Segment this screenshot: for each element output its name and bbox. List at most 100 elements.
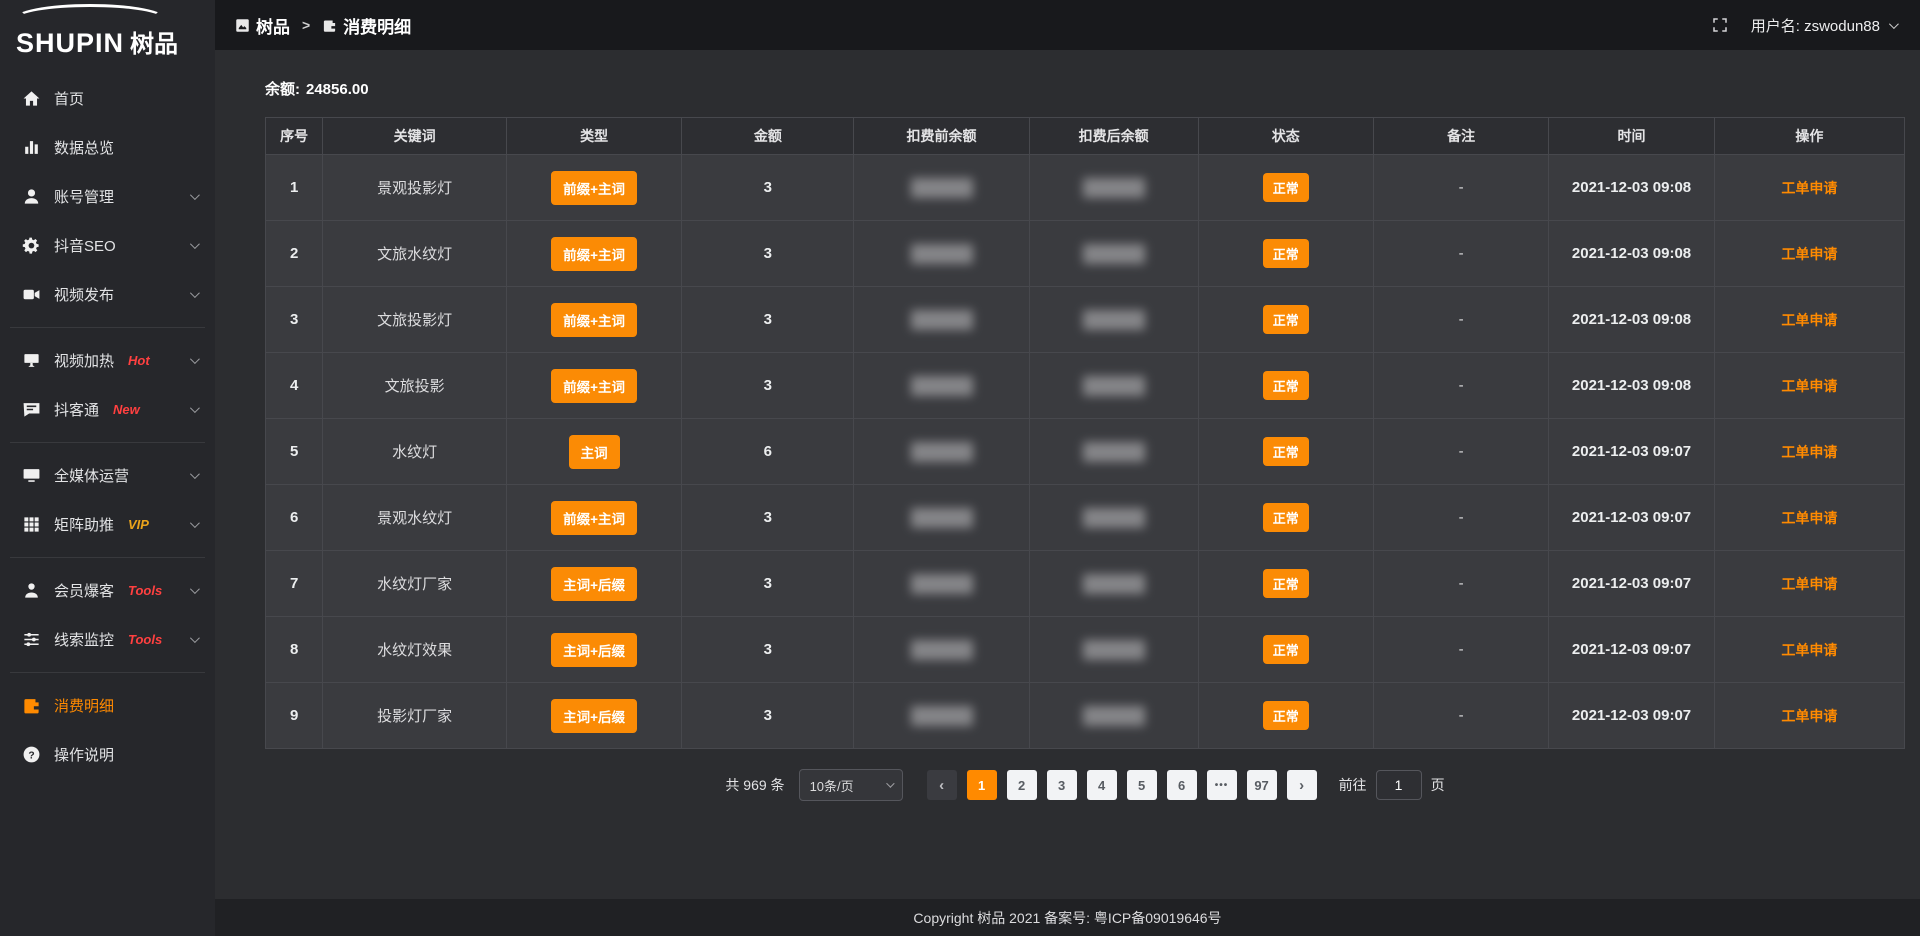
breadcrumb-item[interactable]: 树品 bbox=[235, 13, 290, 38]
sidebar-item[interactable]: 账号管理 bbox=[0, 172, 215, 221]
action-cell: 工单申请 bbox=[1714, 287, 1904, 353]
work-order-link[interactable]: 工单申请 bbox=[1781, 444, 1837, 460]
sidebar-item-tag: Hot bbox=[128, 353, 150, 368]
column-header: 序号 bbox=[266, 118, 323, 155]
breadcrumb-item[interactable]: 消费明细 bbox=[322, 13, 411, 38]
table-row: 4 文旅投影 前缀+主词 3 正常 - 2021-12-03 09:08 工单申… bbox=[266, 353, 1905, 419]
sidebar-item-tag: Tools bbox=[128, 632, 162, 647]
sidebar-item[interactable]: 视频发布 bbox=[0, 270, 215, 319]
pre-balance-cell bbox=[854, 155, 1029, 221]
logo: SHUPIN树品 bbox=[0, 0, 215, 64]
redacted-value bbox=[1083, 574, 1145, 594]
sidebar-item[interactable]: 会员爆客 Tools bbox=[0, 566, 215, 615]
status-badge: 正常 bbox=[1263, 503, 1309, 532]
table-row: 3 文旅投影灯 前缀+主词 3 正常 - 2021-12-03 09:08 工单… bbox=[266, 287, 1905, 353]
sidebar-item-label: 视频加热 bbox=[54, 350, 114, 371]
keyword-cell: 投影灯厂家 bbox=[323, 683, 507, 749]
next-page-button[interactable]: › bbox=[1287, 770, 1317, 800]
page-button[interactable]: 97 bbox=[1247, 770, 1277, 800]
time-cell: 2021-12-03 09:07 bbox=[1549, 485, 1715, 551]
prev-page-button[interactable]: ‹ bbox=[927, 770, 957, 800]
keyword-cell: 文旅水纹灯 bbox=[323, 221, 507, 287]
sidebar-item[interactable]: 线索监控 Tools bbox=[0, 615, 215, 664]
page-button[interactable]: 2 bbox=[1007, 770, 1037, 800]
logo-text-cn: 树品 bbox=[130, 31, 178, 58]
work-order-link[interactable]: 工单申请 bbox=[1781, 246, 1837, 262]
page-button[interactable]: 6 bbox=[1167, 770, 1197, 800]
page-size-select[interactable]: 10条/页 bbox=[799, 769, 903, 801]
type-cell: 主词+后缀 bbox=[506, 551, 681, 617]
amount-cell: 3 bbox=[682, 353, 854, 419]
post-balance-cell bbox=[1029, 617, 1198, 683]
sidebar-item[interactable]: 首页 bbox=[0, 74, 215, 123]
page-button[interactable]: 4 bbox=[1087, 770, 1117, 800]
type-badge: 前缀+主词 bbox=[551, 501, 637, 535]
time-cell: 2021-12-03 09:08 bbox=[1549, 287, 1715, 353]
status-cell: 正常 bbox=[1198, 353, 1373, 419]
remark-cell: - bbox=[1373, 155, 1548, 221]
work-order-link[interactable]: 工单申请 bbox=[1781, 642, 1837, 658]
sidebar-item[interactable]: 抖客通 New bbox=[0, 385, 215, 434]
action-cell: 工单申请 bbox=[1714, 485, 1904, 551]
redacted-value bbox=[911, 706, 973, 726]
footer: Copyright 树品 2021 备案号: 粤ICP备09019646号 bbox=[215, 899, 1920, 936]
redacted-value bbox=[911, 508, 973, 528]
status-badge: 正常 bbox=[1263, 305, 1309, 334]
work-order-link[interactable]: 工单申请 bbox=[1781, 180, 1837, 196]
chevron-down-icon bbox=[886, 779, 894, 787]
amount-cell: 3 bbox=[682, 551, 854, 617]
keyword-cell: 水纹灯 bbox=[323, 419, 507, 485]
action-cell: 工单申请 bbox=[1714, 353, 1904, 419]
status-badge: 正常 bbox=[1263, 437, 1309, 466]
redacted-value bbox=[1083, 376, 1145, 396]
chevron-down-icon bbox=[190, 239, 200, 249]
column-header: 扣费前余额 bbox=[854, 118, 1029, 155]
username[interactable]: 用户名: zswodun88 bbox=[1751, 15, 1880, 36]
remark-cell: - bbox=[1373, 485, 1548, 551]
gear-icon bbox=[22, 236, 41, 255]
page-button[interactable]: 1 bbox=[967, 770, 997, 800]
sidebar-divider bbox=[10, 672, 205, 673]
keyword-cell: 景观投影灯 bbox=[323, 155, 507, 221]
status-cell: 正常 bbox=[1198, 221, 1373, 287]
sidebar-item[interactable]: 数据总览 bbox=[0, 123, 215, 172]
chevron-down-icon bbox=[190, 469, 200, 479]
column-header: 金额 bbox=[682, 118, 854, 155]
redacted-value bbox=[911, 244, 973, 264]
chat-icon bbox=[22, 400, 41, 419]
sidebar-item[interactable]: ? 操作说明 bbox=[0, 730, 215, 779]
sidebar-item[interactable]: 消费明细 bbox=[0, 681, 215, 730]
page-button[interactable]: 5 bbox=[1127, 770, 1157, 800]
column-header: 备注 bbox=[1373, 118, 1548, 155]
type-cell: 前缀+主词 bbox=[506, 485, 681, 551]
sidebar-item-label: 视频发布 bbox=[54, 284, 114, 305]
remark-cell: - bbox=[1373, 683, 1548, 749]
index-cell: 8 bbox=[266, 617, 323, 683]
work-order-link[interactable]: 工单申请 bbox=[1781, 576, 1837, 592]
column-header: 状态 bbox=[1198, 118, 1373, 155]
work-order-link[interactable]: 工单申请 bbox=[1781, 708, 1837, 724]
sidebar-item[interactable]: 全媒体运营 bbox=[0, 451, 215, 500]
page-button[interactable]: 3 bbox=[1047, 770, 1077, 800]
breadcrumb-separator: > bbox=[302, 17, 310, 33]
fullscreen-icon[interactable] bbox=[1711, 16, 1729, 34]
keyword-cell: 水纹灯效果 bbox=[323, 617, 507, 683]
page-button[interactable]: ••• bbox=[1207, 770, 1237, 800]
post-balance-cell bbox=[1029, 485, 1198, 551]
action-cell: 工单申请 bbox=[1714, 419, 1904, 485]
goto-page-input[interactable] bbox=[1376, 770, 1422, 800]
sidebar-item[interactable]: 矩阵助推 VIP bbox=[0, 500, 215, 549]
work-order-link[interactable]: 工单申请 bbox=[1781, 378, 1837, 394]
table-row: 5 水纹灯 主词 6 正常 - 2021-12-03 09:07 工单申请 bbox=[266, 419, 1905, 485]
status-badge: 正常 bbox=[1263, 371, 1309, 400]
sidebar-item[interactable]: 视频加热 Hot bbox=[0, 336, 215, 385]
pre-balance-cell bbox=[854, 419, 1029, 485]
work-order-link[interactable]: 工单申请 bbox=[1781, 510, 1837, 526]
action-cell: 工单申请 bbox=[1714, 683, 1904, 749]
overview-icon bbox=[22, 138, 41, 157]
time-cell: 2021-12-03 09:07 bbox=[1549, 419, 1715, 485]
sidebar-item[interactable]: 抖音SEO bbox=[0, 221, 215, 270]
time-cell: 2021-12-03 09:08 bbox=[1549, 155, 1715, 221]
amount-cell: 3 bbox=[682, 287, 854, 353]
work-order-link[interactable]: 工单申请 bbox=[1781, 312, 1837, 328]
